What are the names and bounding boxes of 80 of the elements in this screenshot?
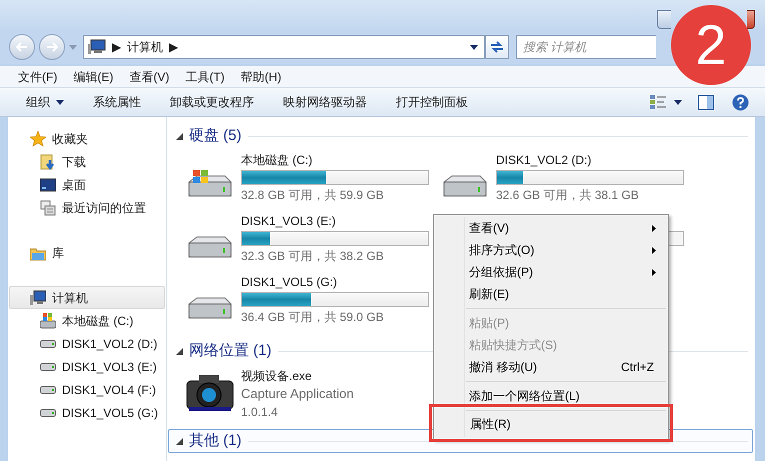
- collapse-triangle-icon: [176, 348, 183, 354]
- view-options-button[interactable]: [650, 95, 682, 109]
- menu-item[interactable]: 工具(T): [185, 68, 225, 86]
- drive-info: 32.3 GB 可用，共 38.2 GB: [241, 248, 385, 265]
- drive-name[interactable]: 本地磁盘 (C:): [241, 152, 429, 169]
- menu-item[interactable]: 添加一个网络位置(L): [434, 385, 668, 407]
- caret-icon: [69, 44, 77, 50]
- drive-name[interactable]: DISK1_VOL2 (D:): [496, 152, 684, 169]
- address-field[interactable]: ▶ 计算机 ▶: [83, 35, 485, 59]
- caret-icon: [470, 44, 478, 50]
- toolbar-button[interactable]: 系统属性: [93, 93, 141, 111]
- menu-item[interactable]: 排序方式(O): [434, 239, 668, 261]
- sidebar-item[interactable]: DISK1_VOL2 (D:): [9, 332, 165, 355]
- toolbar-button[interactable]: 映射网络驱动器: [283, 93, 367, 111]
- breadcrumb[interactable]: 计算机: [127, 38, 163, 56]
- drive-icon: [40, 312, 56, 328]
- forward-button[interactable]: [39, 34, 65, 60]
- search-field[interactable]: 搜索 计算机: [516, 35, 656, 59]
- help-button[interactable]: [732, 94, 749, 110]
- refresh-button[interactable]: [485, 35, 509, 59]
- sidebar-item[interactable]: DISK1_VOL4 (F:): [9, 378, 165, 401]
- submenu-arrow-icon: [652, 268, 656, 276]
- sidebar-item[interactable]: 计算机: [9, 286, 165, 309]
- collapse-triangle-icon: [176, 132, 183, 140]
- sidebar-item[interactable]: 收藏夹: [9, 127, 165, 150]
- help-icon: [732, 94, 749, 110]
- sidebar-item[interactable]: 最近访问的位置: [9, 196, 165, 219]
- menu-item[interactable]: 属性(R): [429, 404, 673, 442]
- drive-icon: [40, 362, 56, 370]
- view-list-icon: [650, 95, 666, 109]
- computer-icon: [88, 39, 106, 55]
- drive-info: 32.6 GB 可用，共 38.1 GB: [496, 187, 640, 204]
- toolbar-button[interactable]: 卸载或更改程序: [170, 93, 254, 111]
- left-arrow-icon: [16, 42, 28, 52]
- drive-icon: [40, 340, 56, 348]
- sidebar-item[interactable]: DISK1_VOL5 (G:): [9, 401, 165, 424]
- sidebar-item[interactable]: 库: [9, 241, 165, 264]
- menu-item[interactable]: 刷新(E): [434, 283, 668, 305]
- sidebar-item[interactable]: 桌面: [9, 173, 165, 196]
- collapse-triangle-icon: [176, 438, 183, 444]
- menu-item[interactable]: 分组依据(P): [434, 261, 668, 283]
- sidebar-item[interactable]: 本地磁盘 (C:): [9, 309, 165, 332]
- drive-icon: [40, 408, 56, 416]
- toolbar-button[interactable]: 组织: [26, 93, 64, 111]
- drive-name[interactable]: DISK1_VOL5 (G:): [241, 274, 429, 291]
- folder-icon: [40, 154, 56, 170]
- right-arrow-icon: [46, 42, 58, 52]
- sidebar-item[interactable]: 下载: [9, 150, 165, 173]
- minimize-button[interactable]: [657, 10, 671, 29]
- file-version: 1.0.1.4: [241, 404, 279, 421]
- menu-item[interactable]: 撤消 移动(U) Ctrl+Z: [434, 356, 668, 378]
- menu-item[interactable]: 文件(F): [18, 68, 58, 86]
- preview-pane-button[interactable]: [698, 94, 714, 110]
- group-header[interactable]: 硬盘 (5): [168, 124, 753, 148]
- menu-item[interactable]: 查看(V): [434, 217, 668, 239]
- submenu-arrow-icon: [652, 246, 656, 254]
- caret-icon: [674, 100, 682, 104]
- close-button[interactable]: [747, 10, 755, 29]
- menu-item[interactable]: 查看(V): [129, 68, 170, 86]
- caret-icon: [56, 100, 64, 104]
- submenu-arrow-icon: [652, 224, 656, 232]
- computer-icon: [30, 290, 46, 306]
- pane-icon: [698, 94, 714, 110]
- file-name[interactable]: 视频设备.exe: [241, 367, 354, 385]
- drive-info: 36.4 GB 可用，共 59.0 GB: [241, 309, 385, 326]
- back-button[interactable]: [9, 34, 35, 60]
- menu-item[interactable]: 帮助(H): [240, 68, 282, 86]
- breadcrumb[interactable]: ▶: [112, 38, 121, 56]
- breadcrumb[interactable]: ▶: [169, 38, 178, 56]
- drive-icon: [40, 386, 56, 394]
- file-description: Capture Application: [241, 385, 354, 403]
- desktop-icon: [40, 176, 56, 192]
- documents-icon: [40, 200, 56, 216]
- drive-name[interactable]: DISK1_VOL3 (E:): [241, 213, 429, 230]
- drive-info: 32.8 GB 可用，共 59.9 GB: [241, 187, 385, 204]
- star-icon: [30, 130, 46, 146]
- toolbar-button[interactable]: 打开控制面板: [396, 93, 468, 111]
- refresh-arrows-icon: [490, 41, 504, 53]
- sidebar-item[interactable]: DISK1_VOL3 (E:): [9, 355, 165, 378]
- menu-item[interactable]: 编辑(E): [73, 68, 114, 86]
